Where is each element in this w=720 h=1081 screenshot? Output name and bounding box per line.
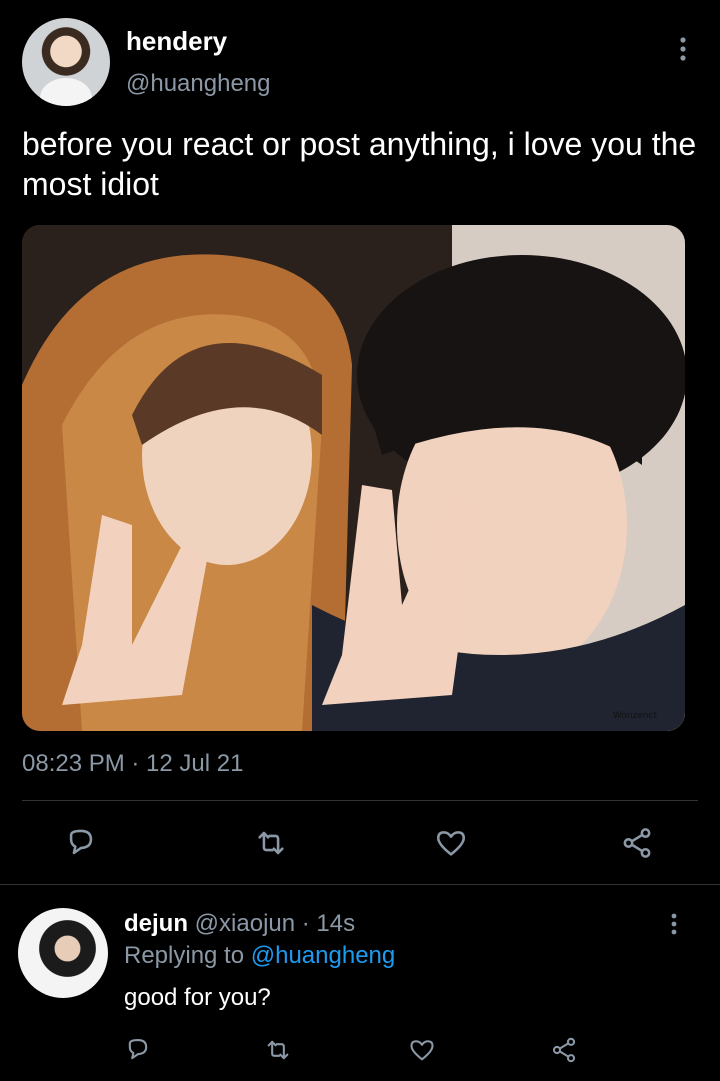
reply-age: · 14s: [301, 910, 356, 937]
reply-header: dejun @xiaojun · 14s: [124, 910, 355, 938]
reply-avatar[interactable]: [18, 908, 108, 998]
reply-author-name[interactable]: dejun: [124, 910, 188, 937]
reply-more-icon[interactable]: [668, 912, 680, 936]
tweet-text: before you react or post anything, i lov…: [22, 126, 697, 202]
reply-author-handle[interactable]: @xiaojun: [195, 910, 295, 937]
photo-watermark: Wonzenct: [612, 711, 657, 721]
author-handle[interactable]: @huangheng: [126, 70, 271, 98]
tweet-photo[interactable]: Wonzenct: [22, 225, 685, 731]
more-icon[interactable]: [676, 36, 690, 62]
reply-share-icon[interactable]: [550, 1036, 578, 1064]
author-avatar[interactable]: [22, 18, 110, 106]
reply-comment-icon[interactable]: [124, 1036, 152, 1064]
reply-text: good for you?: [124, 984, 271, 1011]
share-icon[interactable]: [620, 826, 654, 860]
replying-handle[interactable]: @huangheng: [251, 942, 396, 969]
replying-prefix: Replying to: [124, 942, 245, 969]
replying-to: Replying to @huangheng: [124, 942, 395, 970]
comment-icon[interactable]: [64, 826, 98, 860]
reply-retweet-icon[interactable]: [264, 1036, 292, 1064]
author-name[interactable]: hendery: [126, 26, 227, 57]
divider: [22, 800, 698, 801]
retweet-icon[interactable]: [254, 826, 288, 860]
like-icon[interactable]: [434, 826, 468, 860]
reply-like-icon[interactable]: [408, 1036, 436, 1064]
section-divider: [0, 884, 720, 885]
tweet-timestamp[interactable]: 08:23 PM · 12 Jul 21: [22, 750, 243, 778]
